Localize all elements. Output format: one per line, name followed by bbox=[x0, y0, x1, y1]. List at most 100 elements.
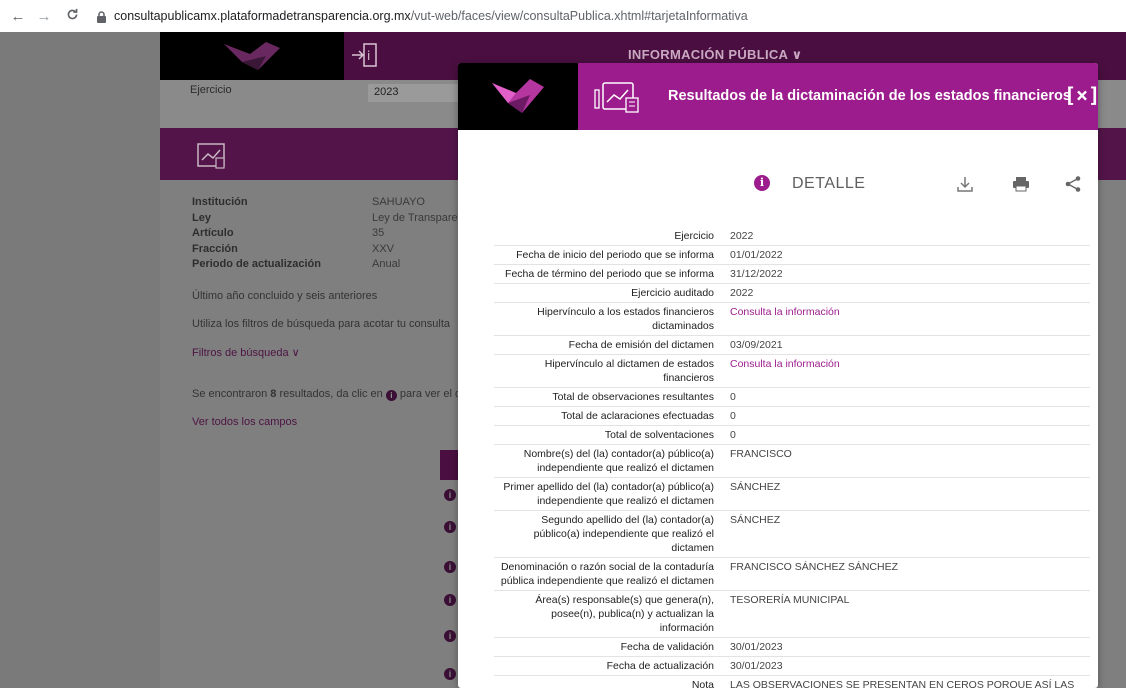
address-bar[interactable]: consultapublicamx.plataformadetransparen… bbox=[114, 9, 748, 23]
see-all-fields-link[interactable]: Ver todos los campos bbox=[192, 416, 297, 428]
info-label: Artículo bbox=[192, 227, 234, 239]
row-info-icon[interactable]: i bbox=[444, 630, 456, 642]
field-value: 2022 bbox=[730, 230, 754, 242]
table-row: Nota LAS OBSERVACIONES SE PRESENTAN EN CE… bbox=[494, 676, 1090, 688]
svg-text:i: i bbox=[367, 49, 370, 63]
field-value: 0 bbox=[730, 410, 736, 422]
field-label: Nota bbox=[691, 679, 714, 688]
table-row: Hipervínculo al dictamen de estados fina… bbox=[494, 355, 1090, 388]
field-label: Segundo apellido del (la) contador(a) pú… bbox=[533, 514, 714, 554]
field-label: Ejercicio auditado bbox=[631, 287, 714, 299]
print-icon[interactable] bbox=[1012, 175, 1030, 193]
info-icon: i bbox=[754, 175, 770, 191]
field-label: Hipervínculo al dictamen de estados fina… bbox=[544, 358, 714, 384]
field-value: FRANCISCO SÁNCHEZ SÁNCHEZ bbox=[730, 561, 899, 573]
field-label: Fecha de validación bbox=[620, 641, 714, 653]
table-row: Ejercicio 2022 bbox=[494, 227, 1090, 246]
download-icon[interactable] bbox=[956, 175, 974, 193]
ejercicio-label: Ejercicio bbox=[190, 84, 232, 96]
field-label: Fecha de actualización bbox=[606, 660, 714, 672]
results-summary: Se encontraron 8 resultados, da clic en … bbox=[192, 388, 461, 401]
field-value: 01/01/2022 bbox=[730, 249, 783, 261]
info-value: Anual bbox=[372, 258, 401, 270]
table-row: Fecha de actualización 30/01/2023 bbox=[494, 657, 1090, 676]
detail-toolbar: i DETALLE bbox=[458, 171, 1098, 199]
filters-toggle[interactable]: Filtros de búsqueda ∨ bbox=[192, 346, 300, 359]
table-row: Denominación o razón social de la contad… bbox=[494, 558, 1090, 591]
table-row: Hipervínculo a los estados financieros d… bbox=[494, 303, 1090, 336]
row-info-icon[interactable]: i bbox=[444, 561, 456, 573]
field-value: 2022 bbox=[730, 287, 754, 299]
field-label: Fecha de emisión del dictamen bbox=[568, 339, 714, 351]
field-value: 03/09/2021 bbox=[730, 339, 783, 351]
table-row: Área(s) responsable(s) que genera(n), po… bbox=[494, 591, 1090, 638]
field-label: Hipervínculo a los estados financieros d… bbox=[537, 306, 714, 332]
row-info-icon[interactable]: i bbox=[444, 521, 456, 533]
ejercicio-select[interactable]: 2023 bbox=[368, 84, 468, 102]
close-button[interactable]: [×] bbox=[1064, 83, 1098, 107]
field-value: 30/01/2023 bbox=[730, 660, 783, 672]
info-value: XXV bbox=[372, 242, 395, 255]
url-path: /vut-web/faces/view/consultaPublica.xhtm… bbox=[410, 9, 748, 23]
periodo-note: Último año concluido y seis anteriores bbox=[192, 290, 378, 302]
info-label: Ley bbox=[192, 211, 211, 224]
info-icon: i bbox=[385, 390, 397, 401]
field-label: Fecha de término del periodo que se info… bbox=[505, 268, 714, 280]
consulta-link[interactable]: Consulta la información bbox=[730, 305, 1090, 333]
field-label: Total de solventaciones bbox=[604, 429, 714, 441]
info-label: Periodo de actualización bbox=[192, 258, 321, 270]
field-label: Nombre(s) del (la) contador(a) público(a… bbox=[523, 448, 714, 474]
field-label: Denominación o razón social de la contad… bbox=[500, 561, 714, 587]
field-label: Total de aclaraciones efectuadas bbox=[561, 410, 714, 422]
modal-header: Resultados de la dictaminación de los es… bbox=[458, 63, 1098, 130]
field-value: 0 bbox=[730, 429, 736, 441]
table-row: Fecha de emisión del dictamen 03/09/2021 bbox=[494, 336, 1090, 355]
left-margin bbox=[0, 32, 160, 688]
info-value: 35 bbox=[372, 227, 385, 239]
report-icon bbox=[197, 143, 225, 169]
info-label: Institución bbox=[192, 196, 248, 208]
field-value: TESORERÍA MUNICIPAL bbox=[730, 594, 850, 606]
detail-table: Ejercicio 2022 Fecha de inicio del periodo… bbox=[494, 227, 1090, 688]
field-value: LAS OBSERVACIONES SE PRESENTAN EN CEROS … bbox=[730, 679, 1075, 688]
field-label: Área(s) responsable(s) que genera(n), po… bbox=[535, 594, 714, 634]
field-label: Ejercicio bbox=[674, 230, 714, 242]
results-prefix: Se encontraron bbox=[192, 388, 271, 400]
url-host: consultapublicamx.plataformadetransparen… bbox=[114, 9, 411, 23]
row-info-icon[interactable]: i bbox=[444, 668, 456, 680]
browser-toolbar: ← → consultapublicamx.plataformadetransp… bbox=[0, 0, 1126, 32]
format-info-list: Institución SAHUAYO Ley Ley de Transparer … bbox=[192, 196, 461, 274]
field-value: 31/12/2022 bbox=[730, 268, 783, 280]
row-info-icon[interactable]: i bbox=[444, 594, 456, 606]
field-value: FRANCISCO bbox=[730, 448, 792, 460]
field-label: Fecha de inicio del periodo que se infor… bbox=[516, 249, 714, 261]
filter-hint: Utiliza los filtros de búsqueda para aco… bbox=[192, 318, 451, 330]
table-row: Total de aclaraciones efectuadas 0 bbox=[494, 407, 1090, 426]
field-value: SÁNCHEZ bbox=[730, 481, 781, 493]
back-icon[interactable]: ← bbox=[8, 8, 28, 25]
row-info-icon[interactable]: i bbox=[444, 489, 456, 501]
table-row: Segundo apellido del (la) contador(a) pú… bbox=[494, 511, 1090, 558]
consulta-link[interactable]: Consulta la información bbox=[730, 357, 1090, 385]
reload-icon[interactable] bbox=[62, 8, 82, 24]
field-value: 30/01/2023 bbox=[730, 641, 783, 653]
site-logo[interactable] bbox=[160, 32, 344, 80]
forward-icon[interactable]: → bbox=[34, 8, 54, 25]
financial-report-icon bbox=[594, 82, 639, 113]
lock-icon bbox=[96, 10, 108, 23]
field-label: Total de observaciones resultantes bbox=[552, 391, 714, 403]
info-value: SAHUAYO bbox=[372, 196, 425, 208]
table-row: Fecha de validación 30/01/2023 bbox=[494, 638, 1090, 657]
table-row: Fecha de inicio del periodo que se infor… bbox=[494, 246, 1090, 265]
table-row: Primer apellido del (la) contador(a) púb… bbox=[494, 478, 1090, 511]
nav-menu-informacion-publica[interactable]: INFORMACIÓN PÚBLICA ∨ bbox=[628, 47, 803, 63]
info-value: Ley de Transparer bbox=[372, 211, 462, 224]
modal-logo bbox=[458, 63, 578, 130]
login-icon[interactable]: i bbox=[350, 42, 380, 73]
field-value: SÁNCHEZ bbox=[730, 514, 781, 526]
field-value: 0 bbox=[730, 391, 736, 403]
modal-title: Resultados de la dictaminación de los es… bbox=[668, 88, 1071, 104]
results-suffix: para ver el d bbox=[396, 388, 462, 400]
detail-heading: DETALLE bbox=[792, 175, 866, 192]
share-icon[interactable] bbox=[1064, 175, 1082, 193]
